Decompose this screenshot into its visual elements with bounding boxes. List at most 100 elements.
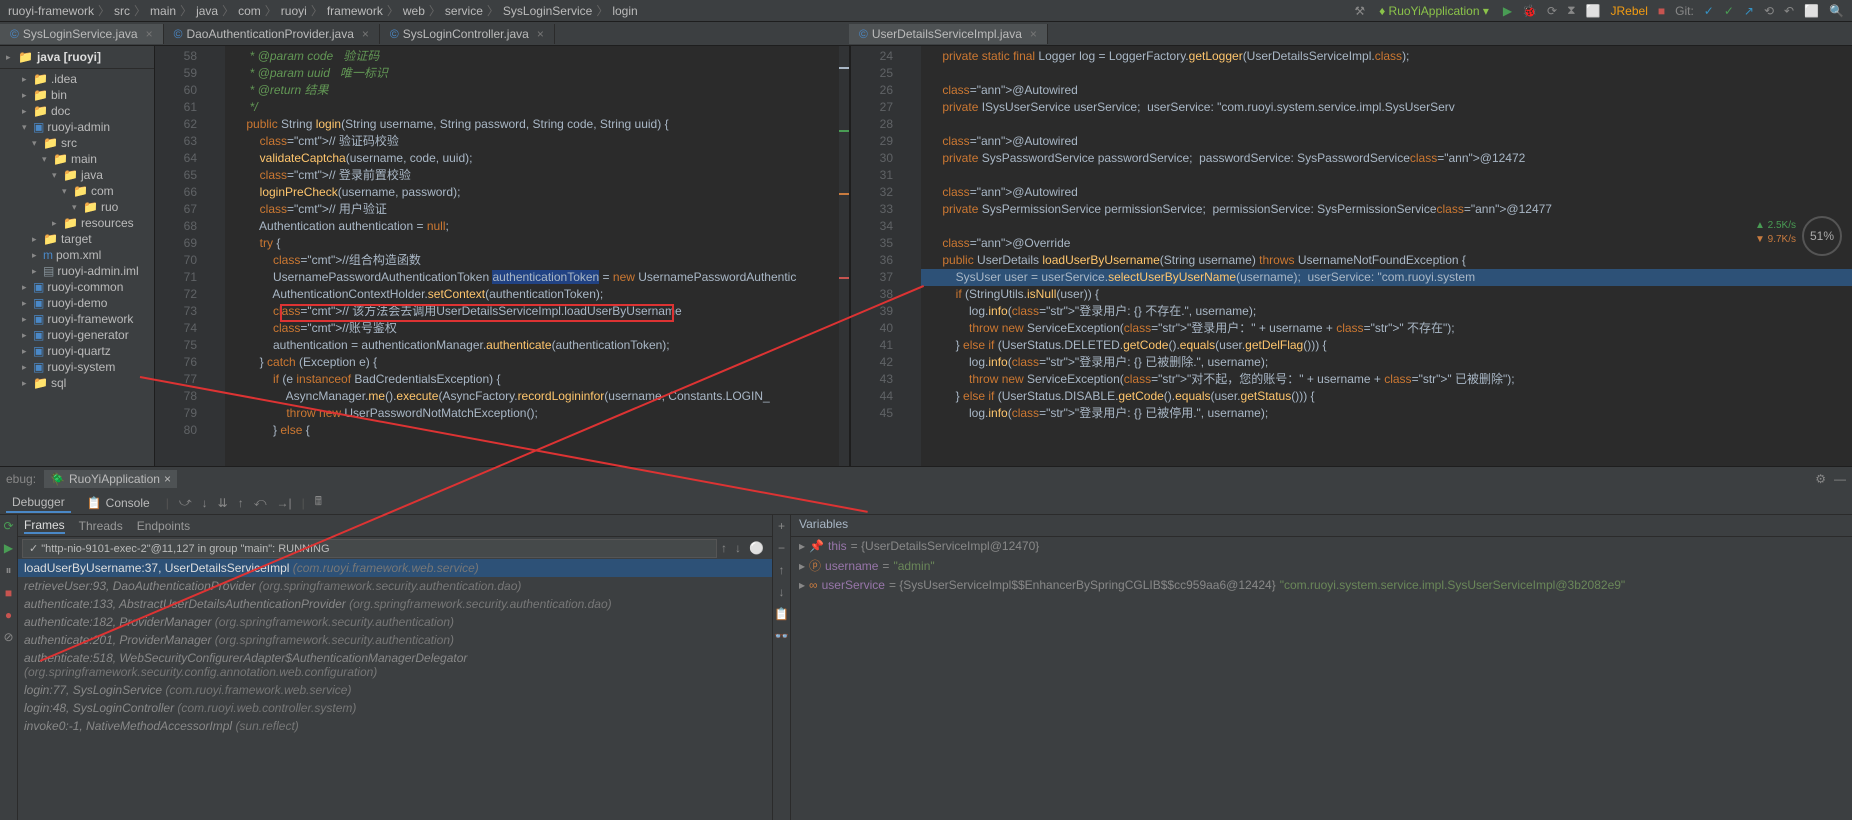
- stack-frame[interactable]: authenticate:518, WebSecurityConfigurerA…: [18, 649, 772, 681]
- code-left[interactable]: * @param code 验证码 * @param uuid 唯一标识 * @…: [225, 46, 849, 466]
- debugger-tab[interactable]: Debugger: [6, 493, 71, 513]
- evaluate-icon[interactable]: 🖩: [315, 492, 322, 513]
- tree-item[interactable]: ▸▣ruoyi-framework: [4, 311, 150, 327]
- tree-item[interactable]: ▸▣ruoyi-generator: [4, 327, 150, 343]
- tree-item[interactable]: ▸▣ruoyi-common: [4, 279, 150, 295]
- add-watch-icon[interactable]: +: [778, 519, 785, 533]
- breadcrumb-item[interactable]: web: [403, 4, 425, 18]
- breadcrumb-item[interactable]: com: [238, 4, 261, 18]
- tree-item[interactable]: ▸▣ruoyi-system: [4, 359, 150, 375]
- breadcrumb-item[interactable]: service: [445, 4, 483, 18]
- git-push-icon[interactable]: ↗: [1744, 4, 1754, 18]
- project-tree[interactable]: ▸📁.idea▸📁bin▸📁doc▾▣ruoyi-admin▾📁src▾📁mai…: [0, 69, 154, 393]
- tree-item[interactable]: ▸mpom.xml: [4, 247, 150, 263]
- git-update-icon[interactable]: ✓: [1704, 4, 1714, 18]
- search-everywhere-icon[interactable]: 🔍: [1829, 4, 1844, 18]
- breadcrumb[interactable]: ruoyi-framework〉src〉main〉java〉com〉ruoyi〉…: [8, 2, 1354, 19]
- step-over-icon[interactable]: ⤻: [179, 495, 192, 510]
- tree-item[interactable]: ▸📁resources: [4, 215, 150, 231]
- close-icon[interactable]: ×: [537, 27, 544, 41]
- breadcrumb-item[interactable]: ruoyi: [281, 4, 307, 18]
- tree-item[interactable]: ▸📁doc: [4, 103, 150, 119]
- git-history-icon[interactable]: ⟲: [1764, 4, 1774, 18]
- editor-tab[interactable]: ©DaoAuthenticationProvider.java×: [164, 24, 380, 44]
- close-icon[interactable]: ×: [1030, 27, 1037, 41]
- stop-icon[interactable]: ⬜: [1586, 4, 1601, 18]
- coverage-icon[interactable]: ⟳: [1547, 4, 1557, 18]
- copy-icon[interactable]: 📋: [774, 607, 789, 621]
- tree-item[interactable]: ▸▤ruoyi-admin.iml: [4, 263, 150, 279]
- breadcrumb-item[interactable]: ruoyi-framework: [8, 4, 94, 18]
- code-right[interactable]: private static final Logger log = Logger…: [921, 46, 1852, 466]
- project-header[interactable]: ▸ 📁 java [ruoyi]: [0, 46, 154, 69]
- run-to-cursor-icon[interactable]: →|: [277, 496, 292, 510]
- run-config-selector[interactable]: ♦ RuoYiApplication ▾: [1375, 4, 1493, 18]
- hammer-icon[interactable]: ⚒: [1354, 4, 1365, 18]
- profile-icon[interactable]: ⧗: [1567, 3, 1575, 18]
- git-commit-icon[interactable]: ✓: [1724, 4, 1734, 18]
- stack-frame[interactable]: login:77, SysLoginService (com.ruoyi.fra…: [18, 681, 772, 699]
- tree-item[interactable]: ▾📁java: [4, 167, 150, 183]
- tree-item[interactable]: ▸📁target: [4, 231, 150, 247]
- force-step-into-icon[interactable]: ⇊: [218, 496, 228, 510]
- editor-tab[interactable]: ©SysLoginController.java×: [380, 24, 555, 44]
- debug-icon[interactable]: 🐞: [1522, 4, 1537, 18]
- tree-item[interactable]: ▾📁com: [4, 183, 150, 199]
- close-icon[interactable]: ×: [362, 27, 369, 41]
- editor-tab[interactable]: ©UserDetailsServiceImpl.java×: [849, 24, 1048, 44]
- editor-right[interactable]: 2425262728293031323334353637383940414243…: [849, 46, 1852, 466]
- debug-session-tab[interactable]: 🪲RuoYiApplication×: [44, 470, 177, 488]
- close-icon[interactable]: ×: [164, 472, 171, 486]
- mute-bp-icon[interactable]: ⊘: [3, 630, 13, 644]
- gutter-right[interactable]: 2425262728293031323334353637383940414243…: [851, 46, 901, 466]
- frames-list[interactable]: loadUserByUsername:37, UserDetailsServic…: [18, 559, 772, 820]
- breadcrumb-item[interactable]: main: [150, 4, 176, 18]
- stack-frame[interactable]: retrieveUser:93, DaoAuthenticationProvid…: [18, 577, 772, 595]
- stop2-icon[interactable]: ■: [1658, 4, 1665, 18]
- breadcrumb-item[interactable]: login: [612, 4, 637, 18]
- stack-frame[interactable]: authenticate:133, AbstractUserDetailsAut…: [18, 595, 772, 613]
- stack-frame[interactable]: login:48, SysLoginController (com.ruoyi.…: [18, 699, 772, 717]
- tree-item[interactable]: ▾📁src: [4, 135, 150, 151]
- resume-icon[interactable]: ▶: [4, 541, 13, 555]
- minimize-icon[interactable]: —: [1834, 472, 1846, 486]
- breakpoints-icon[interactable]: ●: [5, 608, 12, 622]
- step-into-icon[interactable]: ↓: [202, 496, 208, 510]
- glasses-icon[interactable]: 👓: [774, 629, 789, 643]
- rerun-icon[interactable]: ⟳: [3, 519, 13, 533]
- stack-frame[interactable]: loadUserByUsername:37, UserDetailsServic…: [18, 559, 772, 577]
- variables-list[interactable]: ▸ 📌 this = {UserDetailsServiceImpl@12470…: [791, 537, 1852, 594]
- tree-item[interactable]: ▸📁sql: [4, 375, 150, 391]
- breadcrumb-item[interactable]: src: [114, 4, 130, 18]
- tree-item[interactable]: ▾📁main: [4, 151, 150, 167]
- stack-frame[interactable]: authenticate:201, ProviderManager (org.s…: [18, 631, 772, 649]
- step-out-icon[interactable]: ↑: [238, 496, 244, 510]
- prev-frame-icon[interactable]: ↑: [717, 541, 731, 555]
- pause-icon[interactable]: ⏸: [5, 563, 11, 578]
- editor-tab[interactable]: ©SysLoginService.java×: [0, 24, 164, 44]
- down-icon[interactable]: ↓: [779, 585, 785, 599]
- stop-icon[interactable]: ■: [5, 586, 12, 600]
- editor-left[interactable]: 5859606162636465666768697071727374757677…: [155, 46, 849, 466]
- variable-row[interactable]: ▸ 📌 this = {UserDetailsServiceImpl@12470…: [791, 537, 1852, 555]
- tree-item[interactable]: ▸📁.idea: [4, 71, 150, 87]
- up-icon[interactable]: ↑: [779, 563, 785, 577]
- console-tab[interactable]: 📋 Console: [81, 494, 156, 512]
- markmap-left[interactable]: [839, 46, 849, 466]
- tree-item[interactable]: ▸▣ruoyi-demo: [4, 295, 150, 311]
- threads-subtab[interactable]: Threads: [79, 519, 123, 533]
- git-revert-icon[interactable]: ↶: [1784, 4, 1794, 18]
- filter-icon[interactable]: ⚪: [745, 541, 768, 555]
- jrebel-icon[interactable]: JRebel: [1611, 4, 1648, 18]
- tree-item[interactable]: ▾▣ruoyi-admin: [4, 119, 150, 135]
- breadcrumb-item[interactable]: SysLoginService: [503, 4, 592, 18]
- variable-row[interactable]: ▸ ∞ userService = {SysUserServiceImpl$$E…: [791, 576, 1852, 594]
- drop-frame-icon[interactable]: ⤺: [254, 495, 267, 510]
- breadcrumb-item[interactable]: framework: [327, 4, 383, 18]
- endpoints-subtab[interactable]: Endpoints: [137, 519, 190, 533]
- variable-row[interactable]: ▸ ⓟ username = "admin": [791, 555, 1852, 576]
- thread-selector[interactable]: ✓ "http-nio-9101-exec-2"@11,127 in group…: [22, 539, 717, 558]
- breadcrumb-item[interactable]: java: [196, 4, 218, 18]
- next-frame-icon[interactable]: ↓: [731, 541, 745, 555]
- tree-item[interactable]: ▸▣ruoyi-quartz: [4, 343, 150, 359]
